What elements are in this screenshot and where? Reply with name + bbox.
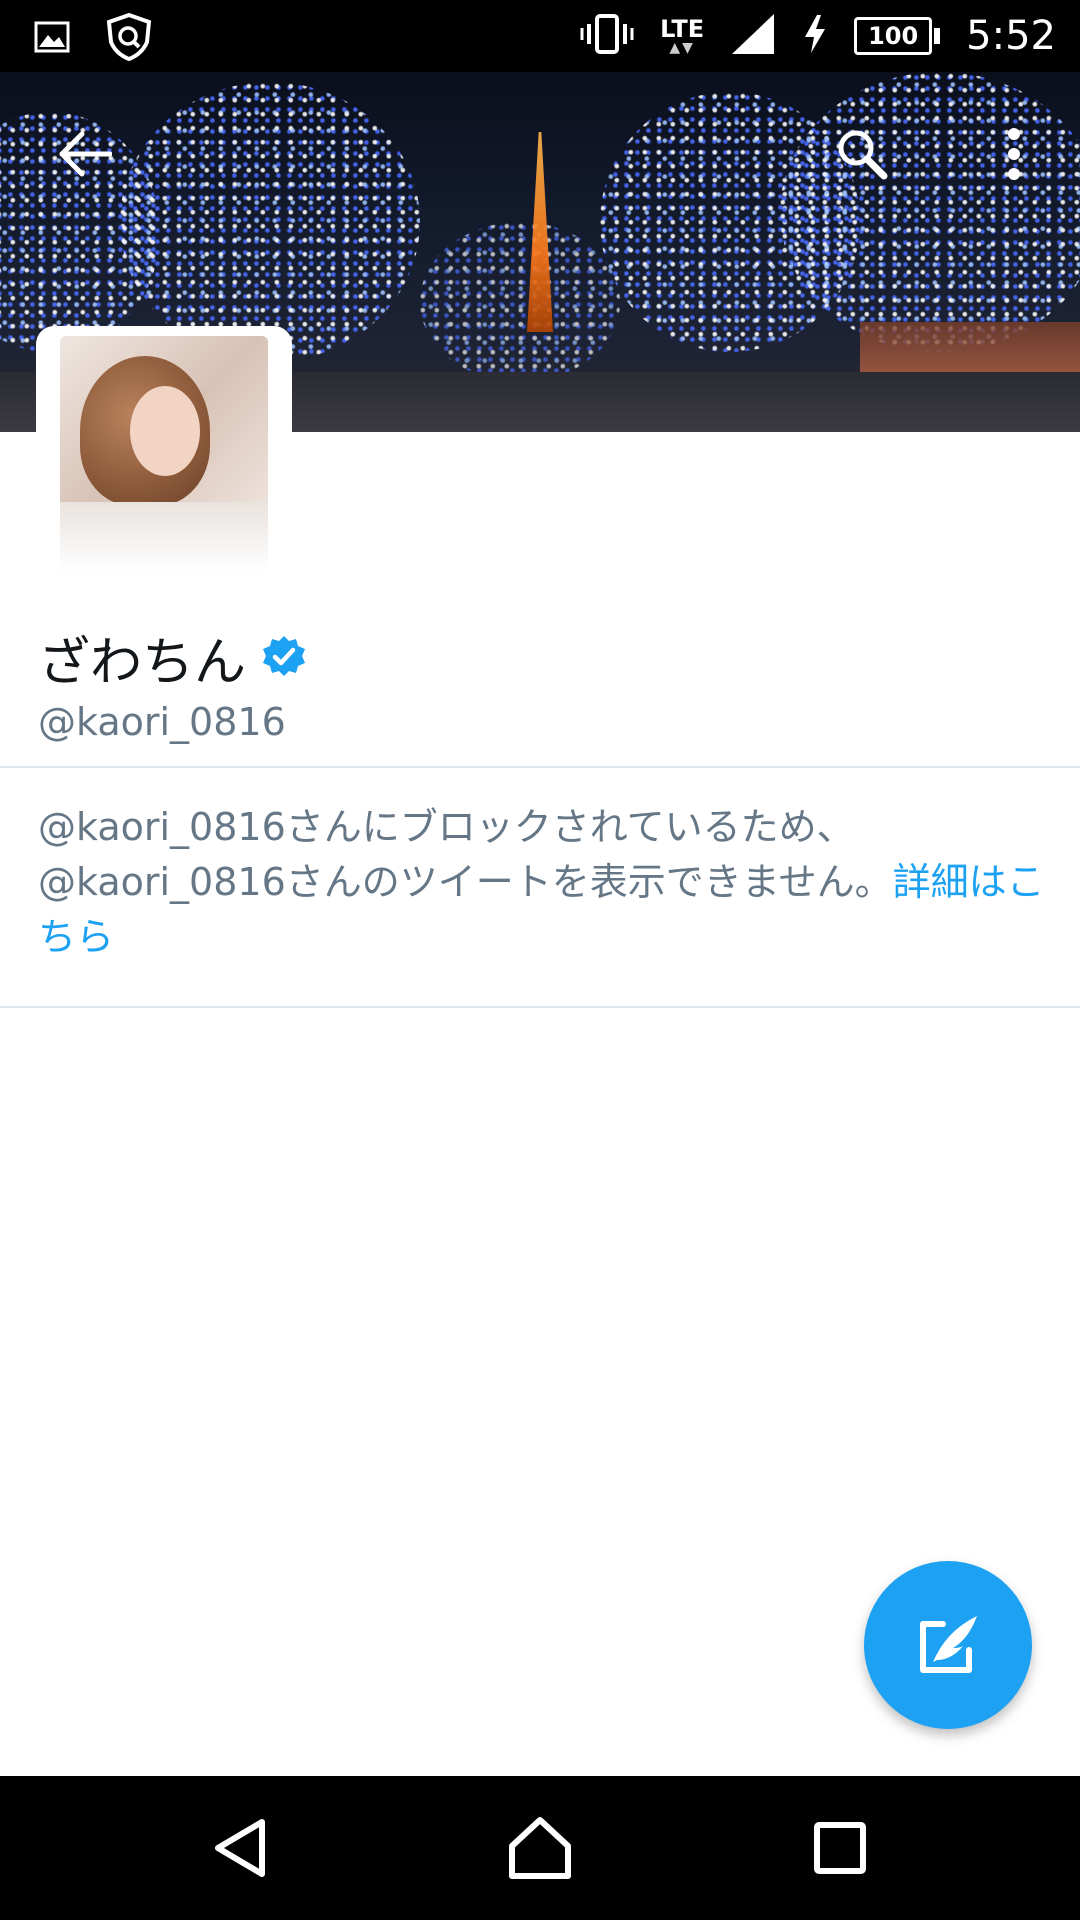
search-icon (838, 130, 888, 180)
security-icon (104, 12, 154, 66)
profile-name-row: ざわちん (38, 620, 308, 695)
charging-icon (802, 14, 828, 58)
vibrate-icon (580, 12, 634, 60)
avatar-frame[interactable] (36, 326, 292, 582)
verified-badge-icon (263, 635, 306, 676)
blocked-message-text: @kaori_0816さんにブロックされているため、@kaori_0816さんの… (38, 805, 893, 904)
recents-icon (814, 1822, 866, 1874)
signal-icon (730, 12, 776, 60)
nav-back-button[interactable] (190, 1798, 290, 1898)
profile-name: ざわちん (38, 633, 247, 693)
nav-recents-button[interactable] (790, 1798, 890, 1898)
avatar (60, 336, 268, 572)
divider (0, 1006, 1080, 1008)
divider (0, 766, 1080, 768)
back-button[interactable] (52, 122, 116, 186)
arrow-left-icon (59, 131, 112, 177)
back-triangle-icon (215, 1819, 265, 1877)
compose-tweet-button[interactable] (864, 1561, 1032, 1729)
profile-screen: LTE ▲▼ 100 5:52 ざわちん @kaori_0816 @kaori_… (0, 0, 1080, 1920)
battery-indicator: 100 (854, 17, 941, 55)
home-icon (509, 1817, 571, 1879)
status-bar: LTE ▲▼ 100 5:52 (0, 0, 1080, 72)
gallery-icon (34, 21, 70, 57)
network-indicator: LTE ▲▼ (660, 15, 705, 56)
more-vertical-icon (1008, 128, 1020, 180)
blocked-message: @kaori_0816さんにブロックされているため、@kaori_0816さんの… (38, 800, 1048, 965)
profile-handle: @kaori_0816 (38, 700, 286, 744)
nav-home-button[interactable] (490, 1798, 590, 1898)
navigation-bar (0, 1776, 1080, 1920)
more-options-button[interactable] (982, 122, 1046, 186)
compose-tweet-icon (920, 1616, 977, 1673)
clock: 5:52 (966, 13, 1056, 59)
search-button[interactable] (830, 122, 894, 186)
